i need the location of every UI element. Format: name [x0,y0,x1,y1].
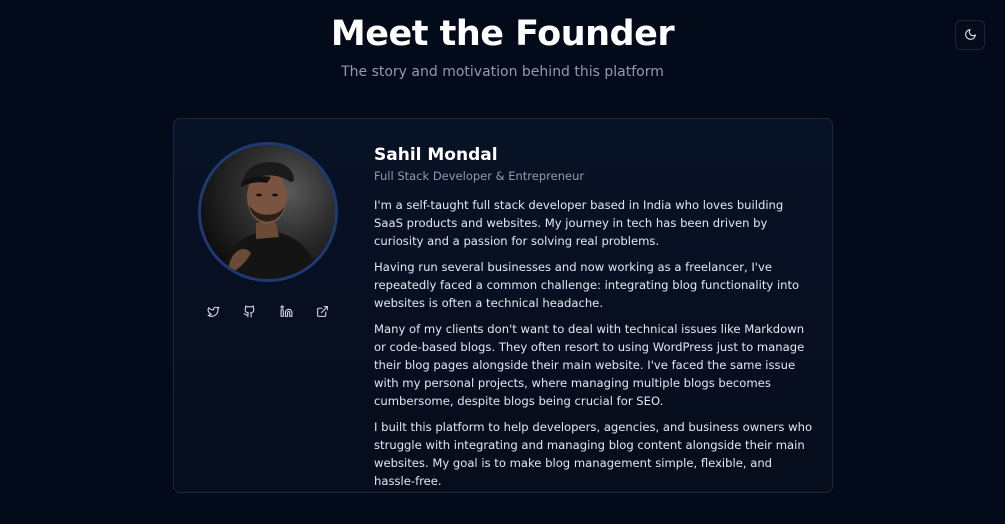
founder-card: Sahil Mondal Full Stack Developer & Entr… [173,118,833,493]
page-title: Meet the Founder [330,14,675,54]
founder-avatar [198,142,338,282]
external-link-icon[interactable] [315,303,331,319]
linkedin-icon[interactable] [278,303,294,319]
founder-bio: Sahil Mondal Full Stack Developer & Entr… [374,145,814,490]
github-icon[interactable] [242,303,258,319]
page-subtitle: The story and motivation behind this pla… [341,64,664,80]
bio-paragraph: Having run several businesses and now wo… [374,260,800,310]
page: Meet the Founder The story and motivatio… [0,0,1005,524]
bio-paragraph: Many of my clients don't want to deal wi… [374,322,805,408]
bio-paragraph: I built this platform to help developers… [374,420,813,488]
founder-name: Sahil Mondal [374,145,498,165]
founder-role: Full Stack Developer & Entrepreneur [374,169,585,183]
theme-toggle-button[interactable] [955,20,985,50]
moon-icon [964,26,977,45]
social-links [202,303,334,319]
bio-paragraph: I'm a self-taught full stack developer b… [374,198,784,248]
twitter-icon[interactable] [205,303,221,319]
